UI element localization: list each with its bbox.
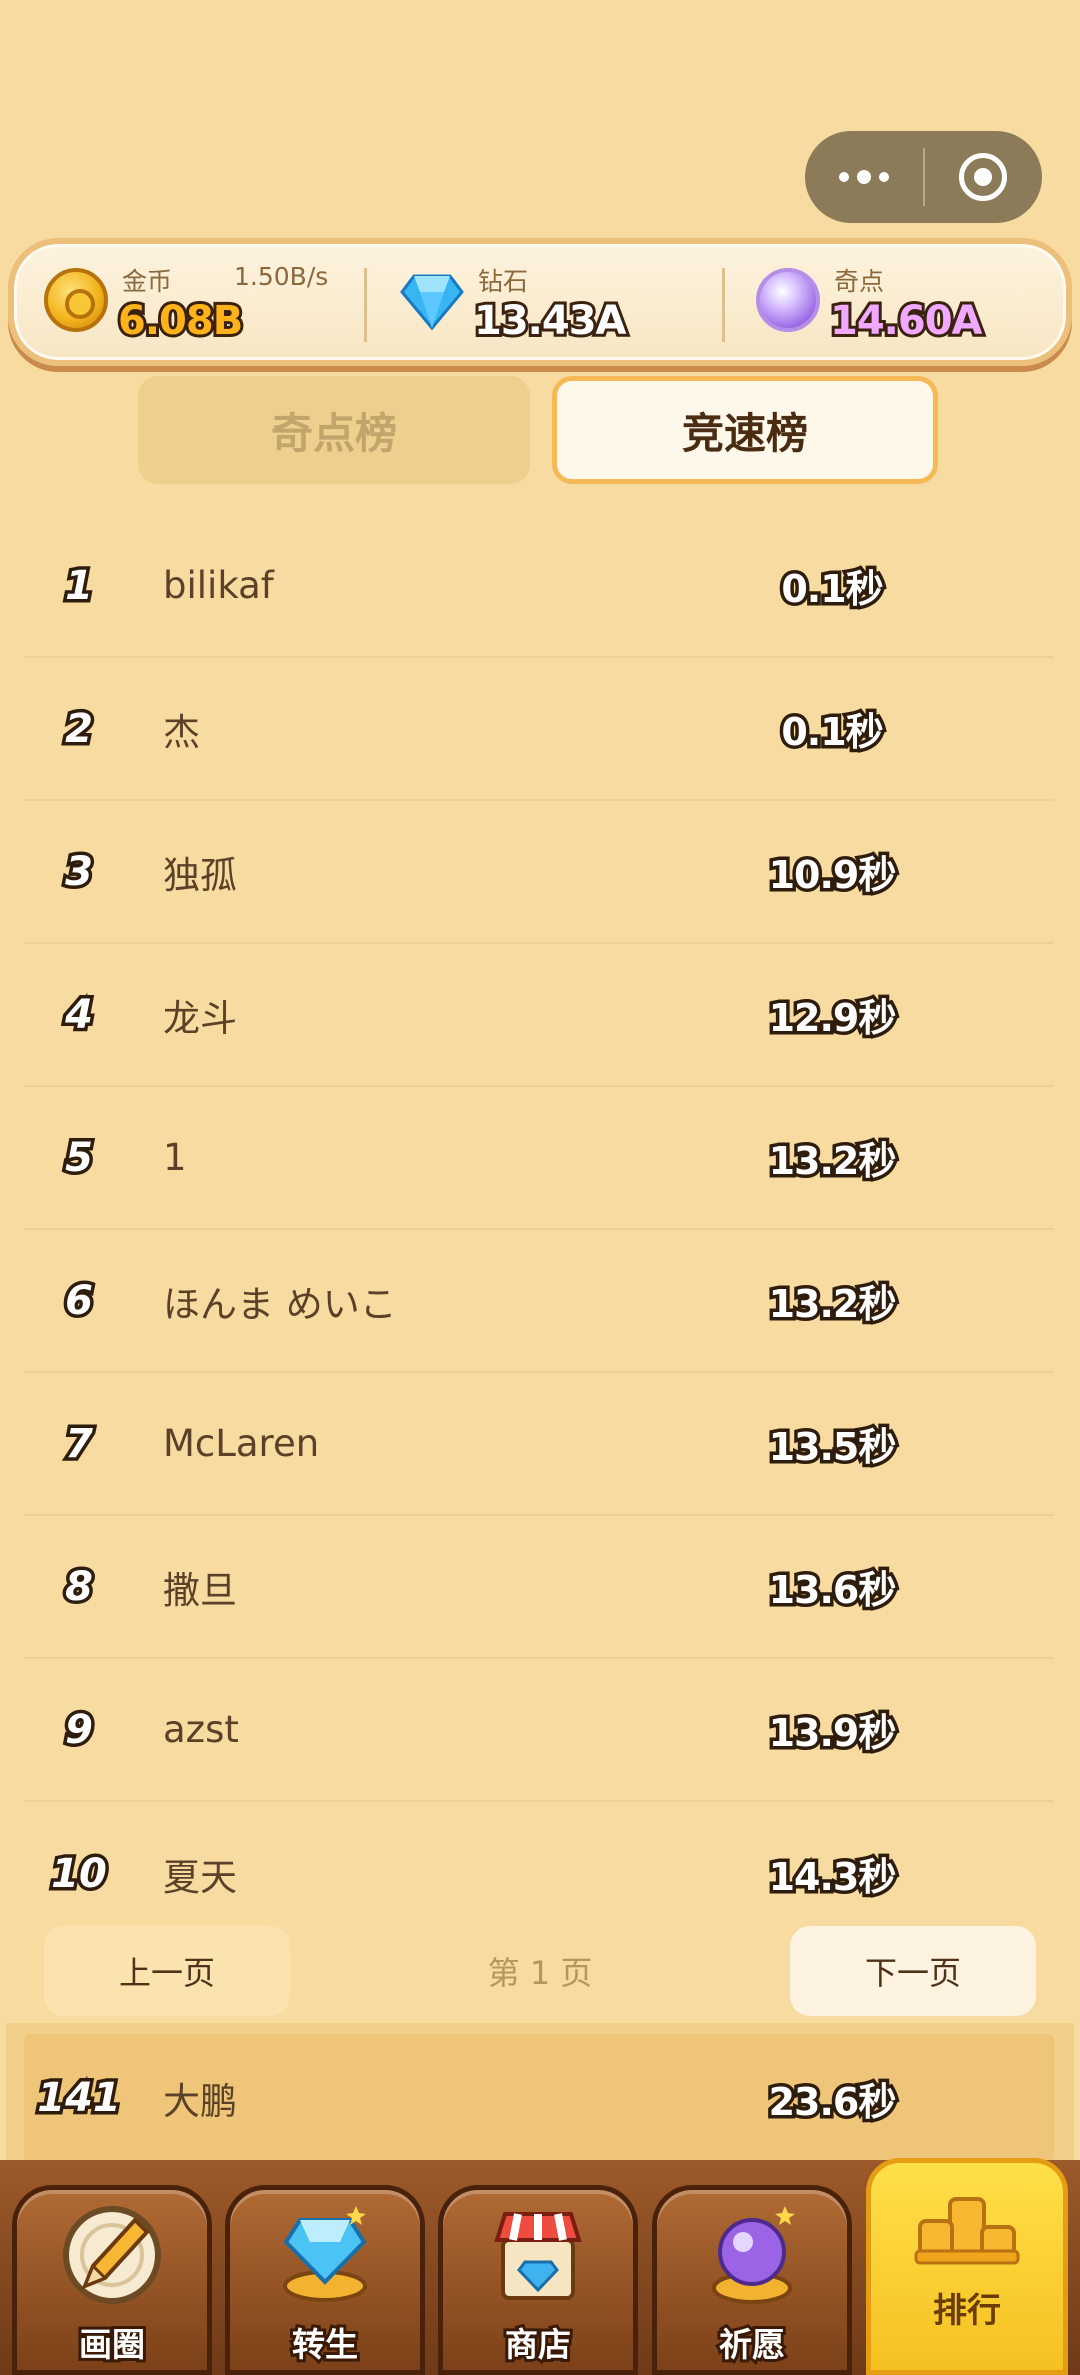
nav-label: 排行 — [933, 2291, 1001, 2331]
nav-label: 转生 — [289, 2322, 361, 2367]
more-dots-icon — [838, 170, 889, 184]
gold-label: 金币 — [122, 267, 173, 296]
target-icon — [959, 153, 1008, 201]
rank-number: 1 — [62, 559, 97, 612]
player-name: 独孤 — [163, 853, 237, 897]
self-rank-row: 141 大鹏 23.6秒 — [24, 2034, 1054, 2164]
race-time: 13.2秒 — [765, 1136, 900, 1187]
resource-bar: 金币 1.50B/s 6.08B 钻石 13.43A 奇点 14.60A — [8, 238, 1072, 366]
player-name: 夏天 — [163, 1855, 237, 1899]
gold-value: 6.08B — [115, 295, 246, 347]
race-time: 10.9秒 — [765, 850, 900, 901]
diamond-resource: 钻石 13.43A — [368, 244, 718, 360]
diamond-icon — [400, 268, 464, 332]
race-time: 0.1秒 — [778, 564, 887, 615]
more-button[interactable] — [805, 131, 923, 223]
ranking-row: 6 ほんま めいこ 13.2秒 — [24, 1230, 1054, 1373]
nav-label: 画圈 — [76, 2322, 148, 2367]
rank-number: 3 — [62, 845, 97, 898]
player-name: 1 — [163, 1136, 187, 1179]
gold-coin-icon — [44, 268, 108, 332]
podium-icon — [914, 2197, 1020, 2265]
self-rank-number: 141 — [34, 2072, 125, 2125]
nav-rebirth[interactable]: 转生 — [225, 2185, 425, 2375]
race-time: 13.6秒 — [765, 1565, 900, 1616]
ranking-row: 2 杰 0.1秒 — [24, 658, 1054, 801]
close-button[interactable] — [925, 131, 1043, 223]
diamond-pedestal-icon — [283, 2206, 367, 2302]
ranking-row: 8 撒旦 13.6秒 — [24, 1516, 1054, 1659]
rank-number: 9 — [62, 1703, 97, 1756]
tab-speed-ranking[interactable]: 竞速榜 — [552, 376, 938, 484]
rank-number: 10 — [48, 1847, 111, 1900]
resource-divider — [722, 268, 725, 342]
nav-draw-circle[interactable]: 画圈 — [12, 2185, 212, 2375]
pencil-circle-icon — [63, 2206, 161, 2304]
player-name: ほんま めいこ — [163, 1282, 397, 1326]
self-player-name: 大鹏 — [163, 2080, 237, 2123]
player-name: 杰 — [163, 710, 200, 754]
rank-number: 2 — [62, 702, 97, 755]
ranking-list: 1 bilikaf 0.1秒 2 杰 0.1秒 3 独孤 10.9秒 4 龙斗 … — [24, 515, 1054, 1945]
mini-program-capsule — [805, 131, 1042, 223]
qidian-label: 奇点 — [834, 267, 885, 296]
gold-resource: 金币 1.50B/s 6.08B — [14, 244, 364, 360]
nav-shop[interactable]: 商店 — [438, 2185, 638, 2375]
tab-qidian-ranking[interactable]: 奇点榜 — [138, 376, 530, 484]
race-time: 13.5秒 — [765, 1422, 900, 1473]
resource-divider — [364, 268, 367, 342]
nav-ranking[interactable]: 排行 — [866, 2158, 1068, 2375]
prev-page-button[interactable]: 上一页 — [44, 1926, 290, 2016]
rank-number: 7 — [62, 1417, 97, 1470]
ranking-row: 5 1 13.2秒 — [24, 1087, 1054, 1230]
qidian-value: 14.60A — [827, 295, 986, 347]
nav-label: 商店 — [502, 2322, 574, 2367]
ranking-row: 3 独孤 10.9秒 — [24, 801, 1054, 944]
player-name: 撒旦 — [163, 1568, 237, 1612]
race-time: 13.2秒 — [765, 1279, 900, 1330]
race-time: 12.9秒 — [765, 993, 900, 1044]
crystal-ball-icon — [712, 2206, 795, 2304]
player-name: azst — [163, 1708, 239, 1751]
rank-number: 5 — [62, 1131, 97, 1184]
gold-rate: 1.50B/s — [234, 262, 329, 291]
race-time: 13.9秒 — [765, 1708, 900, 1759]
nav-label: 祈愿 — [716, 2322, 788, 2367]
player-name: bilikaf — [163, 564, 274, 607]
next-page-button[interactable]: 下一页 — [790, 1926, 1036, 2016]
ranking-row: 10 夏天 14.3秒 — [24, 1802, 1054, 1945]
ranking-row: 4 龙斗 12.9秒 — [24, 944, 1054, 1087]
self-race-time: 23.6秒 — [765, 2076, 900, 2127]
purple-orb-icon — [756, 268, 820, 332]
race-time: 14.3秒 — [765, 1852, 900, 1903]
diamond-value: 13.43A — [471, 295, 630, 347]
nav-wish[interactable]: 祈愿 — [652, 2185, 852, 2375]
ranking-row: 7 McLaren 13.5秒 — [24, 1373, 1054, 1516]
page-indicator: 第 1 页 — [487, 1954, 593, 1992]
rank-number: 8 — [62, 1560, 97, 1613]
player-name: McLaren — [163, 1422, 320, 1465]
diamond-label: 钻石 — [478, 267, 529, 296]
shop-icon — [494, 2212, 582, 2300]
qidian-resource: 奇点 14.60A — [726, 244, 1066, 360]
race-time: 0.1秒 — [778, 707, 887, 758]
rank-number: 4 — [62, 988, 97, 1041]
player-name: 龙斗 — [163, 996, 237, 1040]
rank-number: 6 — [62, 1274, 97, 1327]
ranking-row: 1 bilikaf 0.1秒 — [24, 515, 1054, 658]
ranking-row: 9 azst 13.9秒 — [24, 1659, 1054, 1802]
